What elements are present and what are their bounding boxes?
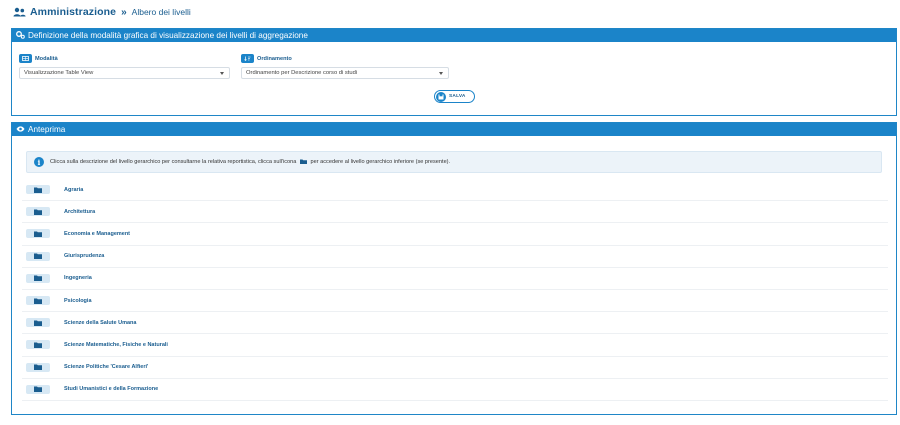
config-panel: Definizione della modalità grafica di vi… xyxy=(11,28,897,116)
ordinamento-label-text: Ordinamento xyxy=(257,55,292,62)
table-icon xyxy=(19,54,32,63)
level-list: Agraria Architettura Economia e Manageme… xyxy=(22,179,888,401)
folder-icon xyxy=(34,231,42,237)
folder-button[interactable] xyxy=(26,185,50,195)
list-item: Studi Umanistici e della Formazione xyxy=(22,379,888,401)
floppy-disk-icon xyxy=(436,91,446,102)
folder-button[interactable] xyxy=(26,207,50,217)
info-text: Clicca sulla descrizione del livello ger… xyxy=(50,159,450,165)
modalita-label-text: Modalità xyxy=(35,55,58,62)
level-link[interactable]: Economia e Management xyxy=(64,231,130,237)
level-link[interactable]: Studi Umanistici e della Formazione xyxy=(64,386,158,392)
list-item: Scienze Politiche 'Cesare Alfieri' xyxy=(22,357,888,379)
breadcrumb: Amministrazione » Albero dei livelli xyxy=(13,5,191,19)
save-button-label: SALVA xyxy=(449,94,466,99)
info-icon: i xyxy=(34,157,44,167)
folder-icon xyxy=(34,253,42,260)
level-link[interactable]: Ingegneria xyxy=(64,275,92,281)
list-item: Ingegneria xyxy=(22,268,888,290)
modalita-select[interactable]: Visualizzazione Table View xyxy=(19,67,230,79)
breadcrumb-current: Albero dei livelli xyxy=(131,7,191,17)
folder-button[interactable] xyxy=(26,296,50,306)
list-item: Economia e Management xyxy=(22,223,888,246)
folder-icon xyxy=(34,386,42,393)
info-box: i Clicca sulla descrizione del livello g… xyxy=(26,151,882,173)
modalita-label: Modalità xyxy=(19,54,58,63)
chevron-down-icon xyxy=(439,72,443,75)
preview-panel: Anteprima i Clicca sulla descrizione del… xyxy=(11,122,897,415)
list-item: Agraria xyxy=(22,179,888,202)
eye-icon xyxy=(16,125,25,134)
folder-icon xyxy=(34,364,42,371)
level-link[interactable]: Agraria xyxy=(64,187,83,193)
folder-icon xyxy=(34,320,42,326)
preview-panel-header: Anteprima xyxy=(12,123,896,136)
preview-panel-title: Anteprima xyxy=(28,125,66,134)
level-link[interactable]: Architettura xyxy=(64,209,95,215)
folder-button[interactable] xyxy=(26,273,50,283)
list-item: Architettura xyxy=(22,201,888,224)
level-link[interactable]: Giurisprudenza xyxy=(64,253,104,259)
list-item: Psicologia xyxy=(22,290,888,313)
folder-icon xyxy=(299,159,307,165)
info-text-after: per accedere al livello gerarchico infer… xyxy=(310,159,451,165)
folder-button[interactable] xyxy=(26,340,50,350)
ordinamento-label: Ordinamento xyxy=(241,54,292,63)
breadcrumb-root[interactable]: Amministrazione xyxy=(30,6,116,18)
config-panel-title: Definizione della modalità grafica di vi… xyxy=(28,31,308,40)
breadcrumb-separator: » xyxy=(121,6,127,18)
modalita-value: Visualizzazione Table View xyxy=(24,70,94,76)
folder-icon xyxy=(34,298,42,304)
folder-icon xyxy=(34,187,42,193)
folder-icon xyxy=(34,342,42,348)
level-link[interactable]: Scienze Matematiche, Fisiche e Naturali xyxy=(64,342,168,348)
list-item: Giurisprudenza xyxy=(22,246,888,268)
folder-icon xyxy=(34,209,42,215)
save-button[interactable]: SALVA xyxy=(434,90,475,103)
users-icon xyxy=(13,7,26,18)
info-text-before: Clicca sulla descrizione del livello ger… xyxy=(50,159,297,165)
level-link[interactable]: Scienze della Salute Umana xyxy=(64,320,136,326)
ordinamento-value: Ordinamento per Descrizione corso di stu… xyxy=(246,70,358,76)
list-item: Scienze della Salute Umana xyxy=(22,312,888,335)
gears-icon xyxy=(16,30,25,41)
config-panel-header: Definizione della modalità grafica di vi… xyxy=(12,29,896,42)
folder-button[interactable] xyxy=(26,318,50,328)
level-link[interactable]: Scienze Politiche 'Cesare Alfieri' xyxy=(64,364,148,370)
sort-icon xyxy=(241,54,254,63)
folder-button[interactable] xyxy=(26,362,50,372)
folder-button[interactable] xyxy=(26,251,50,261)
chevron-down-icon xyxy=(220,72,224,75)
folder-icon xyxy=(34,275,42,282)
folder-button[interactable] xyxy=(26,229,50,239)
folder-button[interactable] xyxy=(26,384,50,394)
list-item: Scienze Matematiche, Fisiche e Naturali xyxy=(22,334,888,357)
level-link[interactable]: Psicologia xyxy=(64,298,92,304)
ordinamento-select[interactable]: Ordinamento per Descrizione corso di stu… xyxy=(241,67,449,79)
